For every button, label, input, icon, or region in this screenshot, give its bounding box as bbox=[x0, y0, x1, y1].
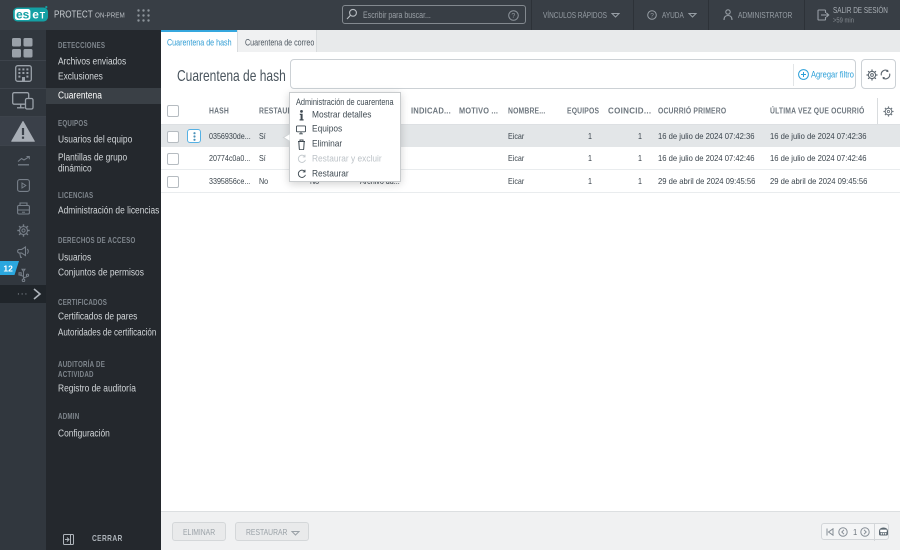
svg-text:T: T bbox=[40, 11, 46, 21]
svg-text:?: ? bbox=[650, 13, 654, 20]
svg-text:?: ? bbox=[511, 13, 515, 20]
svg-text:es: es bbox=[16, 8, 30, 22]
svg-text:e: e bbox=[32, 8, 39, 22]
svg-text:12: 12 bbox=[3, 264, 13, 274]
